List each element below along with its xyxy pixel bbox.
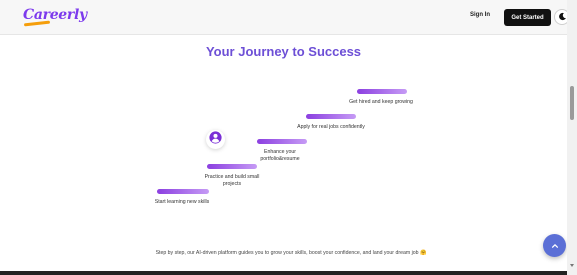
journey-tagline: Step by step, our AI-driven platform gui…	[155, 250, 427, 256]
step-bar-2	[207, 164, 257, 169]
scroll-down-arrow-icon[interactable]	[570, 264, 574, 267]
user-badge	[206, 130, 225, 149]
section-title: Your Journey to Success	[205, 44, 362, 59]
moon-icon	[558, 8, 567, 26]
get-started-button[interactable]: Get Started	[504, 9, 551, 26]
chevron-up-icon	[551, 237, 559, 255]
step-label-4: Apply for real jobs confidently	[297, 124, 365, 130]
site-header: Careerly Sign In Get Started	[0, 0, 570, 35]
step-label-2: Practice and build small projects	[204, 174, 260, 187]
step-bar-4	[306, 114, 356, 119]
sign-in-link[interactable]: Sign In	[470, 12, 490, 18]
step-bar-5	[357, 89, 407, 94]
step-label-1: Start learning new skills	[154, 199, 210, 205]
brand-logo[interactable]: Careerly	[23, 7, 87, 23]
step-bar-1	[157, 189, 209, 194]
step-label-5: Get hired and keep growing	[349, 99, 413, 105]
scroll-to-top-button[interactable]	[543, 234, 566, 257]
scrollbar-track[interactable]	[567, 0, 577, 275]
user-circle-icon	[209, 130, 222, 149]
step-bar-3	[257, 139, 307, 144]
scrollbar-thumb[interactable]	[570, 86, 574, 120]
step-label-3: Enhance your portfolio&resume	[260, 149, 300, 162]
bottom-edge	[0, 271, 567, 275]
